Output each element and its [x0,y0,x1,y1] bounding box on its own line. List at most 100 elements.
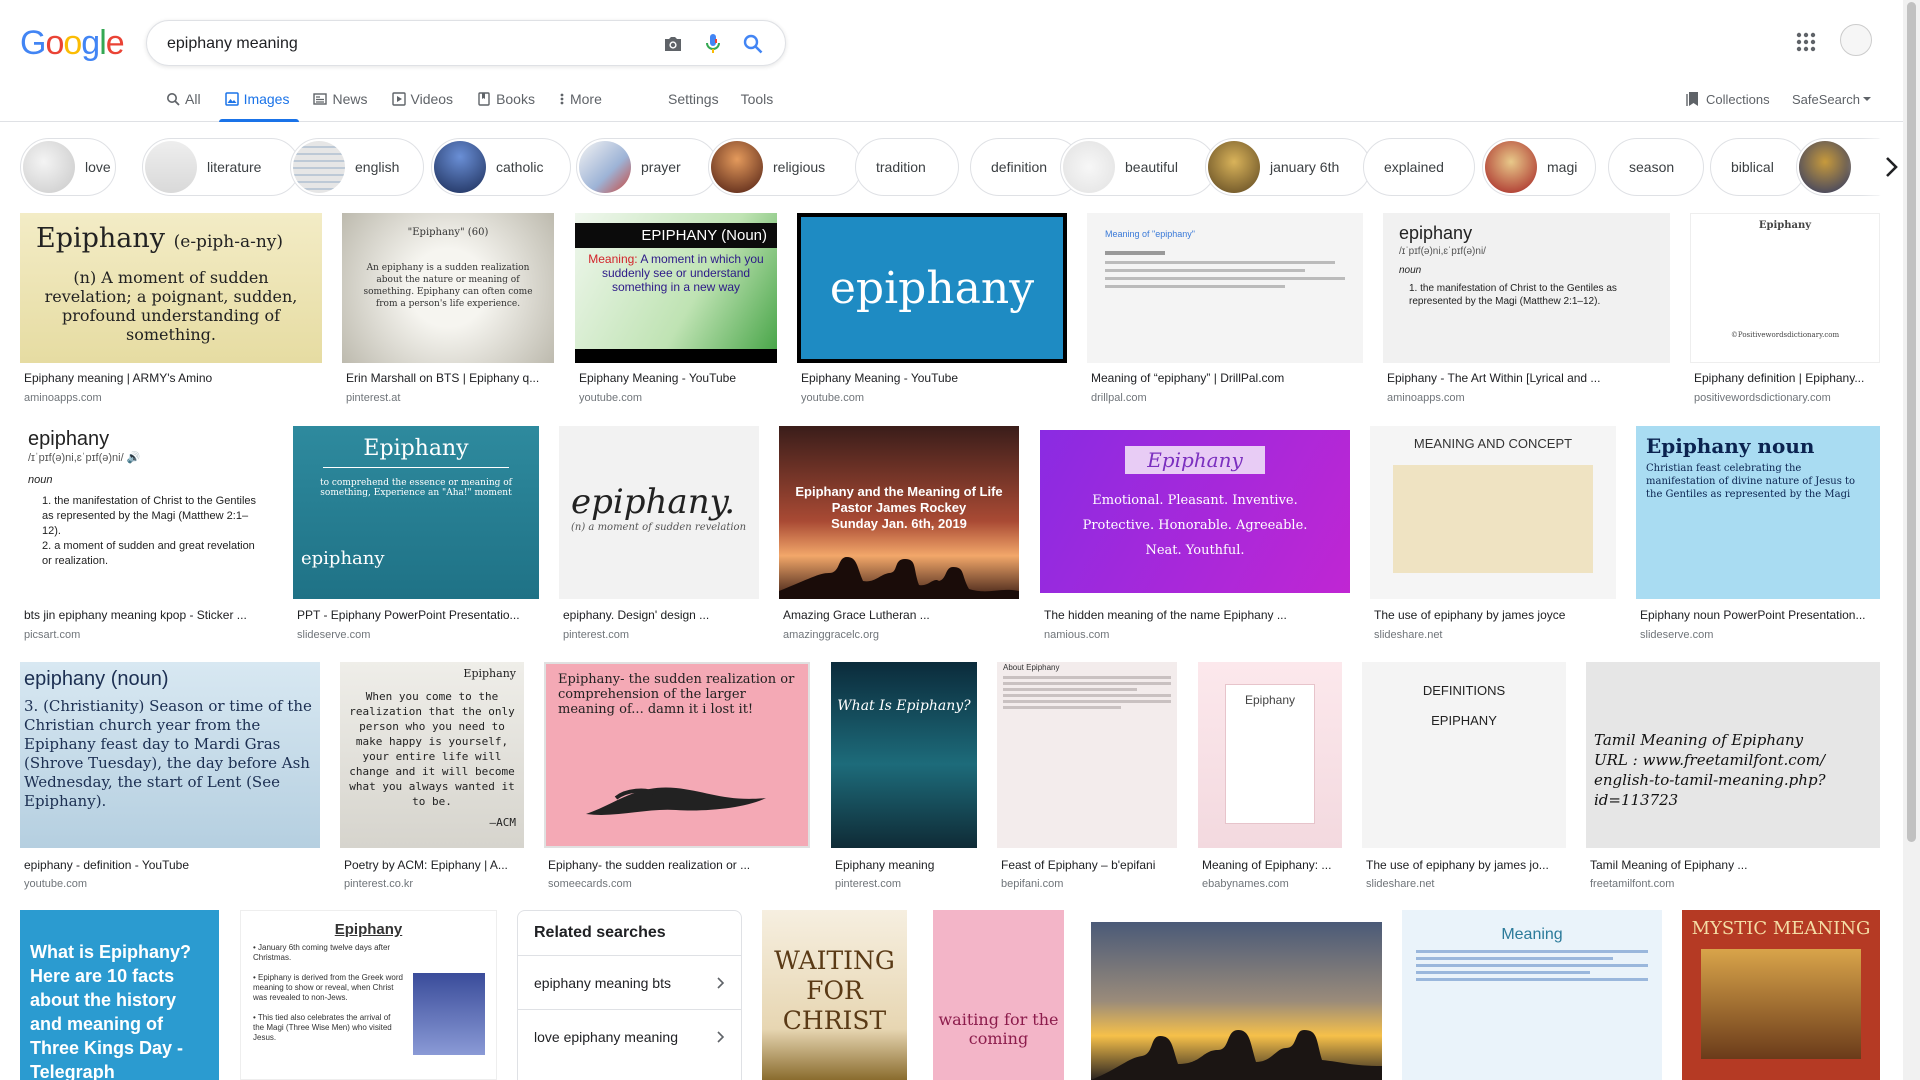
tab-all[interactable]: All [166,86,201,112]
result-card[interactable]: "Epiphany" (60) An epiphany is a sudden … [342,213,554,413]
result-card[interactable]: About Epiphany Feast of Epiphany – b'epi… [997,662,1177,892]
chip-thumbnail [1063,141,1115,193]
chip-thumbnail [1208,141,1260,193]
tab-news[interactable]: News [313,86,368,112]
result-card[interactable]: Epiphany Meaning of Epiphany: ... ebabyn… [1198,662,1342,892]
related-search-item[interactable]: love epiphany meaning [518,1009,741,1063]
result-card[interactable]: Epiphany ©Positivewordsdictionary.com Ep… [1690,213,1880,413]
search-tabs: All Images News Videos Books More [166,86,626,122]
tab-books[interactable]: Books [477,86,535,112]
image-text: What is Epiphany? Here are 10 facts abou… [30,942,192,1080]
result-card[interactable]: Epiphany Emotional. Pleasant. Inventive.… [1040,430,1350,641]
result-image: DEFINITIONS EPIPHANY [1362,662,1566,848]
result-card[interactable]: Epiphany and the Meaning of Life Pastor … [779,426,1019,641]
collections-button[interactable]: Collections [1686,86,1770,112]
chip-tradition[interactable]: tradition [855,138,959,196]
result-domain: picsart.com [24,629,81,641]
result-card[interactable]: EPIPHANY (Noun) Meaning: A moment in whi… [575,213,777,413]
chip-label: biblical [1731,159,1774,175]
chip-label: prayer [641,159,681,175]
image-text: Emotional. Pleasant. Inventive. Protectiv… [1082,493,1308,558]
result-card[interactable]: epiphany Epiphany Meaning - YouTube yout… [797,213,1067,413]
related-chips: love literature english catholic prayer … [20,138,1900,196]
result-card[interactable]: DEFINITIONS EPIPHANY The use of epiphany… [1362,662,1566,892]
result-card[interactable]: What Is Epiphany? Epiphany meaning pinte… [831,662,977,892]
chip-beautiful[interactable]: beautiful [1060,138,1216,196]
result-domain: positivewordsdictionary.com [1694,392,1831,404]
result-card[interactable]: epiphany. (n) a moment of sudden revelat… [559,426,759,641]
result-card[interactable]: Epiphany to comprehend the essence or me… [293,426,539,641]
result-card[interactable]: Meaning of "epiphany" Meaning of “epipha… [1087,213,1363,413]
tab-more[interactable]: More [559,86,602,112]
chip-love[interactable]: love [20,138,116,196]
result-card[interactable]: Epiphany When you come to the realizatio… [340,662,524,892]
page-scrollbar[interactable] [1903,0,1920,1080]
chip-catholic[interactable]: catholic [431,138,571,196]
tab-videos[interactable]: Videos [391,86,453,112]
magi-illustration [413,973,485,1055]
chip-english[interactable]: english [290,138,424,196]
result-card[interactable]: Epiphany noun Christian feast celebratin… [1636,426,1880,641]
scrollbar-thumb[interactable] [1907,2,1916,842]
safesearch-dropdown[interactable]: SafeSearch [1792,86,1872,112]
chip-magi[interactable]: magi [1482,138,1596,196]
result-image: Tamil Meaning of Epiphany URL : www.free… [1586,662,1880,848]
microphone-icon[interactable] [701,32,725,56]
result-card[interactable]: MEANING AND CONCEPT The use of epiphany … [1370,426,1616,641]
result-card[interactable]: WAITING FOR CHRIST [762,910,907,1080]
apps-grid-icon[interactable] [1794,30,1818,54]
chip-explained[interactable]: explained [1363,138,1475,196]
result-card[interactable]: epiphany (noun) 3. (Christianity) Season… [20,662,320,892]
result-card[interactable]: Meaning [1402,910,1662,1080]
chip-label: english [355,159,400,175]
google-logo[interactable]: Google [20,24,125,63]
result-card[interactable]: Epiphany • January 6th coming twelve day… [240,910,497,1080]
result-title: Epiphany- the sudden realization or ... [548,858,751,872]
chip-january-6th[interactable]: january 6th [1205,138,1371,196]
result-card[interactable]: What is Epiphany? Here are 10 facts abou… [20,910,219,1080]
result-card[interactable]: Tamil Meaning of Epiphany URL : www.free… [1586,662,1880,892]
image-text: DEFINITIONS EPIPHANY [1422,683,1506,728]
chip-religious[interactable]: religious [708,138,862,196]
image-text: EPIPHANY (Noun) [575,223,777,248]
tab-news-label: News [332,91,368,107]
image-text: Epiphany (e-piph-a-ny) [36,223,284,254]
result-card[interactable]: epiphany /ɪˈpɪf(ə)ni,ɛˈpɪf(ə)ni/ noun 1.… [1383,213,1670,413]
result-domain: aminoapps.com [24,392,102,404]
tools-button[interactable]: Tools [741,86,774,112]
image-text: Epiphany [1758,220,1812,231]
tab-images[interactable]: Images [218,86,300,122]
image-text: Epiphany [1225,684,1315,824]
result-card[interactable]: waiting for the coming [933,910,1064,1080]
camera-icon[interactable] [661,32,685,56]
image-text: WAITING FOR CHRIST [774,946,895,1035]
result-domain: amazinggracelc.org [783,629,879,641]
chip-label: beautiful [1125,159,1178,175]
chip-season[interactable]: season [1608,138,1704,196]
image-text: epiphany [829,262,1035,314]
settings-button[interactable]: Settings [668,86,719,112]
chip-biblical[interactable]: biblical [1710,138,1806,196]
bookmark-icon [1686,92,1698,106]
result-title: Epiphany meaning [835,858,935,872]
image-text: noun [28,474,53,486]
related-search-item[interactable]: epiphany meaning bts [518,955,741,1009]
image-text: Meaning of "epiphany" [1105,229,1195,239]
result-image: Epiphany Emotional. Pleasant. Inventive.… [1040,430,1350,593]
result-card[interactable] [1091,922,1382,1080]
chip-literature[interactable]: literature [142,138,300,196]
result-card[interactable]: epiphany /ɪˈpɪf(ə)ni,ɛˈpɪf(ə)ni/ 🔊 noun … [20,426,273,641]
search-input[interactable] [167,33,607,55]
image-text: Christian feast celebrating the manifest… [1646,463,1856,500]
search-icon[interactable] [741,32,765,56]
result-title: PPT - Epiphany PowerPoint Presentatio... [297,608,520,622]
result-title: The hidden meaning of the name Epiphany … [1044,608,1287,622]
result-card[interactable]: MYSTIC MEANING [1682,910,1880,1080]
tab-images-label: Images [243,91,290,107]
result-card[interactable]: Epiphany- the sudden realization or comp… [544,662,810,892]
avatar[interactable] [1840,24,1872,56]
chip-prayer[interactable]: prayer [576,138,718,196]
result-card[interactable]: Epiphany (e-piph-a-ny) (n) A moment of s… [20,213,322,413]
chip-thumbnail [434,141,486,193]
image-text: (n) A moment of sudden revelation; a poi… [44,268,298,344]
